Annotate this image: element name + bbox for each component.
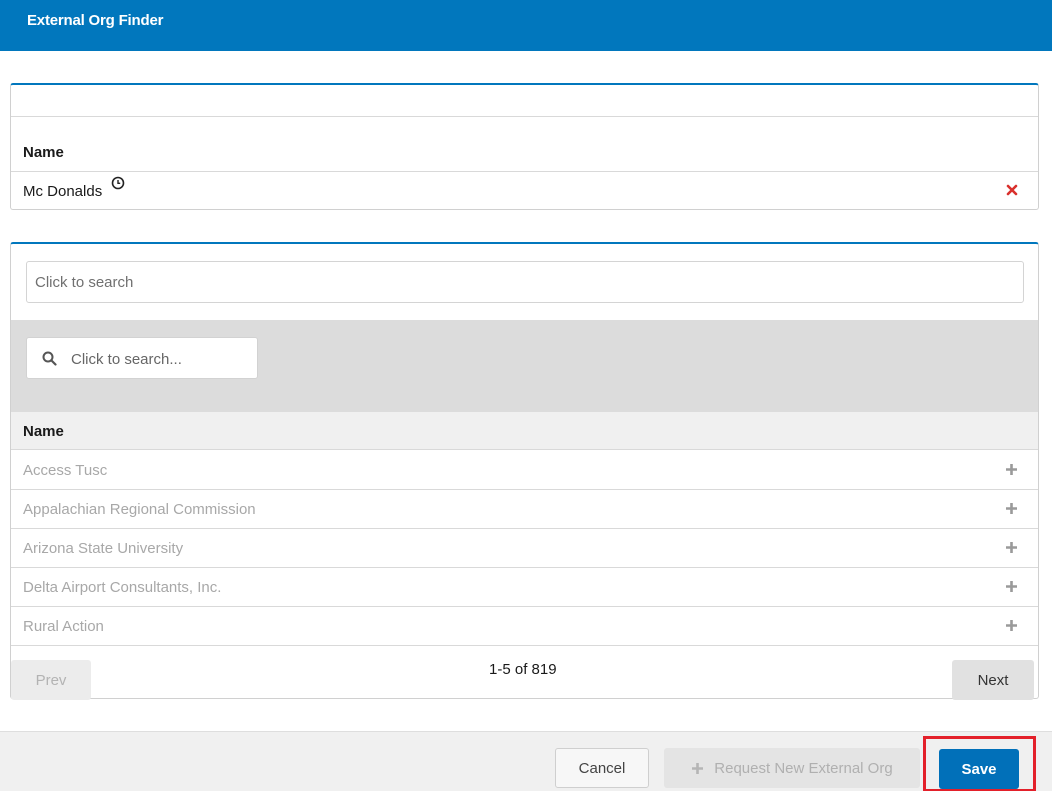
table-row[interactable]: Delta Airport Consultants, Inc. <box>11 568 1038 607</box>
org-name: Rural Action <box>23 618 104 635</box>
dialog-title: External Org Finder <box>27 12 164 29</box>
request-new-org-button[interactable]: Request New External Org <box>664 748 920 788</box>
table-header: Name <box>11 412 1038 450</box>
org-name: Delta Airport Consultants, Inc. <box>23 579 222 596</box>
add-icon[interactable] <box>1005 619 1018 632</box>
request-new-org-label: Request New External Org <box>714 759 893 777</box>
cancel-button[interactable]: Cancel <box>555 748 649 788</box>
selected-panel-topbar <box>11 85 1038 117</box>
dialog-header: External Org Finder <box>0 0 1052 51</box>
name-column-header: Name <box>23 423 64 440</box>
table-row[interactable]: Access Tusc <box>11 451 1038 490</box>
selected-column-header: Name <box>23 144 64 161</box>
filter-search-box[interactable] <box>26 337 258 379</box>
table-row[interactable]: Arizona State University <box>11 529 1038 568</box>
plus-icon <box>692 762 704 774</box>
table-row[interactable]: Rural Action <box>11 607 1038 646</box>
pagination: Prev 1-5 of 819 Next <box>11 649 1038 700</box>
selected-org-name: Mc Donalds <box>23 183 103 200</box>
org-finder-panel: Name Access Tusc Appalachian Regional Co… <box>10 242 1039 700</box>
filter-band <box>11 320 1038 412</box>
search-icon <box>42 351 57 366</box>
add-icon[interactable] <box>1005 463 1018 476</box>
table-row[interactable]: Appalachian Regional Commission <box>11 490 1038 529</box>
add-icon[interactable] <box>1005 502 1018 515</box>
selected-orgs-panel: Name Mc Donalds <box>10 83 1039 210</box>
org-name: Arizona State University <box>23 540 184 557</box>
divider <box>11 171 1038 172</box>
remove-icon[interactable] <box>1006 184 1018 196</box>
search-input[interactable] <box>26 261 1024 303</box>
prev-button[interactable]: Prev <box>11 660 91 700</box>
next-button[interactable]: Next <box>952 660 1034 700</box>
page-info: 1-5 of 819 <box>489 661 557 678</box>
filter-search-input[interactable] <box>71 346 251 372</box>
dialog-footer: Cancel Request New External Org Save <box>0 731 1052 791</box>
clock-icon <box>111 176 125 190</box>
org-name: Access Tusc <box>23 462 108 479</box>
add-icon[interactable] <box>1005 580 1018 593</box>
add-icon[interactable] <box>1005 541 1018 554</box>
org-name: Appalachian Regional Commission <box>23 501 256 518</box>
save-button[interactable]: Save <box>939 749 1019 789</box>
